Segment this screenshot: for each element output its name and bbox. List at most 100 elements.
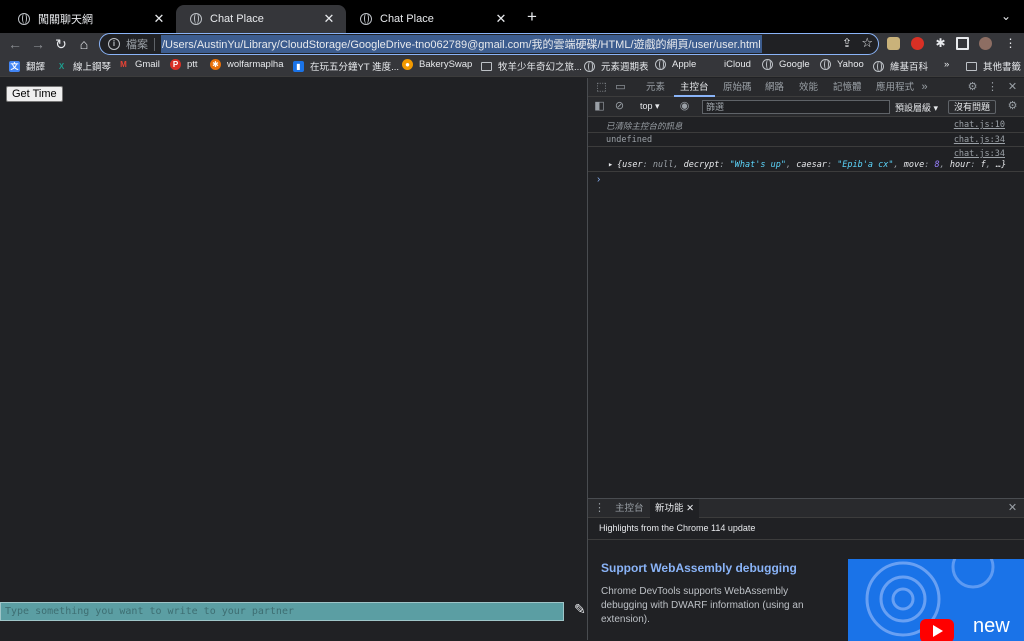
home-icon[interactable]: ⌂: [75, 35, 93, 53]
drawer-tab-console[interactable]: 主控台: [610, 499, 649, 518]
close-icon[interactable]: ✕: [322, 11, 336, 27]
bookmark-item[interactable]: 元素週期表: [584, 59, 649, 73]
article-title-link[interactable]: Support WebAssembly debugging: [601, 561, 797, 575]
bookmark-item[interactable]: X 線上鋼琴: [56, 59, 111, 74]
globe-icon: [360, 13, 372, 25]
issues-button[interactable]: 沒有問題: [948, 100, 997, 114]
tab-chat-game[interactable]: 闖關聊天網 ✕: [4, 5, 176, 33]
bookmark-item[interactable]: Google: [762, 59, 810, 70]
inspect-icon[interactable]: ⬚: [596, 82, 607, 93]
other-bookmarks[interactable]: 其他書籤: [966, 59, 1021, 73]
divider: [588, 539, 1024, 540]
clear-console-icon[interactable]: ⊘: [614, 101, 625, 112]
tab-performance[interactable]: 效能: [793, 78, 824, 97]
tab-application[interactable]: 應用程式: [870, 78, 920, 97]
bookmark-label: 元素週期表: [601, 62, 649, 73]
gear-icon[interactable]: ⚙: [967, 82, 978, 93]
more-vertical-icon[interactable]: ⋮: [987, 82, 998, 93]
url-text[interactable]: /Users/AustinYu/Library/CloudStorage/Goo…: [161, 35, 762, 53]
tab-memory[interactable]: 記憶體: [827, 78, 868, 97]
bookmark-folder[interactable]: 牧羊少年奇幻之旅...: [481, 59, 582, 73]
levels-select[interactable]: 預設層級 ▾: [895, 101, 938, 114]
bookmark-item[interactable]: ● BakerySwap: [402, 59, 472, 70]
tab-console[interactable]: 主控台: [674, 78, 715, 97]
share-icon[interactable]: ⇪: [842, 36, 852, 50]
tab-chat-place[interactable]: Chat Place ✕: [346, 5, 518, 33]
globe-icon: [190, 13, 202, 25]
tab-elements[interactable]: 元素: [640, 78, 671, 97]
console-log-row: chat.js:34 ▸ {user: null, decrypt: "What…: [588, 147, 1024, 172]
scheme-label: 檔案: [126, 39, 148, 51]
preview-user-value: null: [652, 160, 674, 170]
promo-video-thumbnail[interactable]: new: [848, 559, 1024, 641]
photo-extension-icon[interactable]: [887, 37, 900, 50]
divider: [154, 37, 155, 51]
new-tab-icon[interactable]: +: [524, 8, 540, 26]
bookmark-label: ptt: [187, 59, 198, 70]
reload-icon[interactable]: ↻: [52, 35, 70, 53]
close-icon[interactable]: ✕: [152, 11, 166, 27]
promo-label: new: [973, 615, 1010, 637]
globe-icon: [762, 59, 773, 70]
bookmark-item[interactable]: Yahoo: [820, 59, 864, 70]
bookmark-item[interactable]: P ptt: [170, 59, 198, 70]
more-tabs-icon[interactable]: »: [919, 82, 930, 93]
sidepanel-icon[interactable]: [956, 37, 969, 50]
bookmarks-overflow-icon[interactable]: »: [944, 59, 949, 70]
tab-strip: 闖關聊天網 ✕ Chat Place ✕ Chat Place ✕ + ⌄: [0, 0, 1024, 33]
object-preview[interactable]: {user: null, decrypt: "What's up", caesa…: [617, 160, 1006, 170]
eye-icon[interactable]: ◉: [679, 101, 690, 112]
bookmark-item[interactable]: 文 翻譯: [9, 59, 45, 73]
close-icon[interactable]: ✕: [1007, 503, 1018, 514]
chevron-down-icon[interactable]: ⌄: [1001, 9, 1011, 23]
console-prompt-icon[interactable]: ›: [597, 174, 600, 185]
drawer-tab-whats-new[interactable]: 新功能 ✕: [650, 499, 700, 518]
forward-icon[interactable]: →: [29, 35, 47, 53]
message-input[interactable]: [0, 602, 564, 621]
more-vertical-icon[interactable]: ⋮: [594, 503, 605, 514]
bookmark-item[interactable]: M Gmail: [118, 59, 160, 70]
close-icon[interactable]: ✕: [494, 11, 508, 27]
info-icon[interactable]: i: [108, 38, 120, 50]
tab-chat-place-active[interactable]: Chat Place ✕: [176, 5, 346, 33]
close-icon[interactable]: ✕: [1007, 82, 1018, 93]
sidebar-toggle-icon[interactable]: ◧: [594, 101, 605, 112]
back-icon[interactable]: ←: [6, 35, 24, 53]
puzzle-icon[interactable]: ✱: [934, 37, 947, 50]
tab-network[interactable]: 網路: [759, 78, 790, 97]
device-toolbar-icon[interactable]: ▭: [615, 82, 626, 93]
bookmark-item[interactable]: 維基百科: [873, 59, 928, 73]
levels-label: 預設層級: [895, 103, 932, 113]
bookmark-item[interactable]: Apple: [655, 59, 696, 70]
youtube-play-icon[interactable]: [920, 619, 954, 641]
address-bar[interactable]: i 檔案 /Users/AustinYu/Library/CloudStorag…: [99, 33, 879, 55]
folder-icon: [966, 61, 977, 71]
get-time-button[interactable]: Get Time: [6, 86, 63, 102]
star-icon[interactable]: ☆: [861, 35, 873, 51]
close-icon[interactable]: ✕: [686, 503, 694, 514]
more-vertical-icon[interactable]: ⋮: [1004, 37, 1017, 50]
drawer-tabbar: ⋮ 主控台 新功能 ✕ ✕: [588, 499, 1024, 518]
log-source-link[interactable]: chat.js:10: [954, 120, 1005, 130]
log-source-link[interactable]: chat.js:34: [954, 135, 1005, 145]
tab-sources[interactable]: 原始碼: [717, 78, 758, 97]
send-icon[interactable]: ✎: [574, 602, 588, 616]
bookmark-label: 牧羊少年奇幻之旅...: [498, 62, 582, 73]
page-content: Get Time ✎: [0, 78, 587, 640]
bookmark-item[interactable]: iCloud: [707, 59, 751, 70]
bookmark-item[interactable]: ✱ wolfarmaplha: [210, 59, 284, 70]
avatar[interactable]: [979, 37, 992, 50]
bookmark-label: 翻譯: [26, 62, 46, 73]
bookmark-item[interactable]: ▮ 在玩五分鐘YT 進度...: [293, 59, 399, 73]
red-extension-icon[interactable]: [911, 37, 924, 50]
bookmark-label: 其他書籤: [983, 62, 1022, 73]
filter-input[interactable]: [702, 100, 890, 114]
devtools-drawer: ⋮ 主控台 新功能 ✕ ✕ Highlights from the Chrome…: [588, 498, 1024, 641]
expand-triangle-icon[interactable]: ▸: [608, 160, 613, 170]
context-select[interactable]: top ▾: [640, 101, 660, 112]
bakery-icon: ●: [402, 59, 413, 70]
log-source-link[interactable]: chat.js:34: [954, 149, 1005, 159]
bookmark-label: wolfarmaplha: [227, 59, 284, 70]
globe-icon: [18, 13, 30, 25]
gear-icon[interactable]: ⚙: [1007, 101, 1018, 112]
